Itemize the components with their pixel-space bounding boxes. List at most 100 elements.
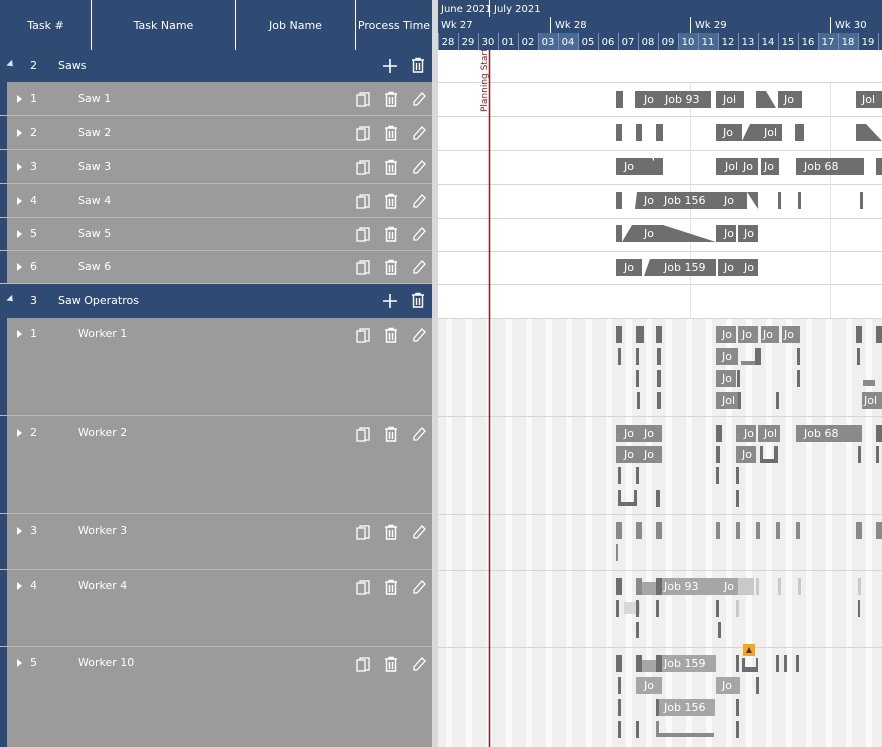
pencil-icon[interactable] <box>411 193 427 209</box>
task-bar[interactable] <box>755 348 761 365</box>
pencil-icon[interactable] <box>411 91 427 107</box>
resource-row-worker-4[interactable]: 4 Worker 4 <box>0 570 432 647</box>
trash-icon[interactable] <box>410 292 426 308</box>
task-bar[interactable] <box>856 522 862 539</box>
resource-row-worker-10[interactable]: 5 Worker 10 <box>0 647 432 747</box>
task-bar[interactable] <box>776 392 779 409</box>
copy-icon[interactable] <box>355 159 371 175</box>
task-bar[interactable] <box>635 192 643 209</box>
task-bar[interactable] <box>736 467 739 484</box>
resource-row-saw-4[interactable]: 4 Saw 4 <box>0 184 432 218</box>
copy-icon[interactable] <box>355 656 371 672</box>
trash-icon[interactable] <box>410 57 426 73</box>
pencil-icon[interactable] <box>411 656 427 672</box>
task-bar[interactable] <box>796 522 800 539</box>
task-bar[interactable] <box>876 158 882 175</box>
collapse-icon[interactable] <box>6 59 16 70</box>
task-bar[interactable] <box>636 124 642 141</box>
trash-icon[interactable] <box>383 579 399 595</box>
task-bar[interactable] <box>756 522 760 539</box>
task-bar[interactable] <box>618 677 621 694</box>
copy-icon[interactable] <box>355 579 371 595</box>
expand-icon[interactable] <box>17 263 22 271</box>
task-bar[interactable] <box>636 348 639 365</box>
task-bar[interactable] <box>637 392 640 409</box>
task-bar[interactable] <box>797 370 800 387</box>
trash-icon[interactable] <box>383 159 399 175</box>
task-bar[interactable] <box>741 361 755 365</box>
pencil-icon[interactable] <box>411 159 427 175</box>
task-bar[interactable] <box>616 225 622 242</box>
resource-row-worker-2[interactable]: 2 Worker 2 <box>0 416 432 514</box>
task-bar[interactable] <box>616 192 622 209</box>
resource-row-saw-6[interactable]: 6 Saw 6 <box>0 251 432 284</box>
task-bar[interactable] <box>657 370 661 387</box>
task-bar[interactable] <box>876 326 882 343</box>
task-bar[interactable] <box>747 192 758 209</box>
task-bar[interactable] <box>616 124 622 141</box>
task-bar[interactable] <box>618 467 621 484</box>
task-bar[interactable] <box>876 425 882 442</box>
task-bar[interactable] <box>656 600 659 617</box>
task-bar[interactable] <box>856 124 882 141</box>
task-bar[interactable] <box>718 622 721 638</box>
task-bar[interactable] <box>616 91 623 108</box>
task-bar[interactable] <box>657 392 661 409</box>
task-bar[interactable] <box>636 578 642 595</box>
task-bar[interactable] <box>656 699 659 716</box>
task-bar[interactable] <box>618 721 621 738</box>
task-bar[interactable] <box>716 467 719 484</box>
task-bar[interactable] <box>863 380 875 386</box>
task-bar[interactable] <box>663 225 716 242</box>
task-bar[interactable] <box>742 124 758 141</box>
pencil-icon[interactable] <box>411 226 427 242</box>
resource-row-saw-1[interactable]: 1 Saw 1 <box>0 82 432 116</box>
pencil-icon[interactable] <box>411 125 427 141</box>
task-bar[interactable] <box>737 370 740 387</box>
task-bar[interactable] <box>858 600 860 617</box>
trash-icon[interactable] <box>383 91 399 107</box>
trash-icon[interactable] <box>383 226 399 242</box>
resource-row-saw-2[interactable]: 2 Saw 2 <box>0 116 432 150</box>
task-bar[interactable] <box>636 600 639 617</box>
task-bar[interactable] <box>616 544 618 561</box>
task-bar[interactable] <box>738 392 741 409</box>
task-bar[interactable] <box>656 326 662 343</box>
expand-icon[interactable] <box>17 330 22 338</box>
task-bar[interactable] <box>736 600 739 617</box>
expand-icon[interactable] <box>17 429 22 437</box>
task-bar[interactable] <box>798 578 801 595</box>
resource-row-saw-3[interactable]: 3 Saw 3 <box>0 150 432 184</box>
collapse-icon[interactable] <box>6 294 16 305</box>
pencil-icon[interactable] <box>411 426 427 442</box>
task-bar[interactable] <box>616 522 622 539</box>
trash-icon[interactable] <box>383 327 399 343</box>
copy-icon[interactable] <box>355 193 371 209</box>
task-bar[interactable] <box>796 655 799 672</box>
task-bar[interactable] <box>784 655 787 672</box>
task-bar[interactable] <box>618 348 621 365</box>
task-bar[interactable] <box>636 326 644 343</box>
task-bar[interactable] <box>636 655 642 672</box>
task-bar[interactable] <box>644 259 656 276</box>
task-bar[interactable] <box>656 655 662 672</box>
task-bar[interactable] <box>636 370 639 387</box>
task-bar[interactable] <box>716 522 720 539</box>
copy-icon[interactable] <box>355 125 371 141</box>
task-bar[interactable] <box>876 446 879 463</box>
task-bar[interactable] <box>797 348 800 365</box>
task-bar[interactable] <box>616 600 619 617</box>
task-bar[interactable] <box>716 600 719 617</box>
expand-icon[interactable] <box>17 163 22 171</box>
task-bar[interactable] <box>636 522 642 539</box>
task-bar[interactable] <box>756 91 776 108</box>
task-bar[interactable] <box>776 522 780 539</box>
task-bar[interactable] <box>738 578 754 595</box>
task-bar[interactable] <box>857 348 860 365</box>
task-bar[interactable] <box>798 192 801 209</box>
pencil-icon[interactable] <box>411 579 427 595</box>
task-bar[interactable] <box>736 699 739 716</box>
copy-icon[interactable] <box>355 524 371 540</box>
column-header-task-name[interactable]: Task Name <box>92 0 236 50</box>
task-bar[interactable] <box>756 578 759 595</box>
